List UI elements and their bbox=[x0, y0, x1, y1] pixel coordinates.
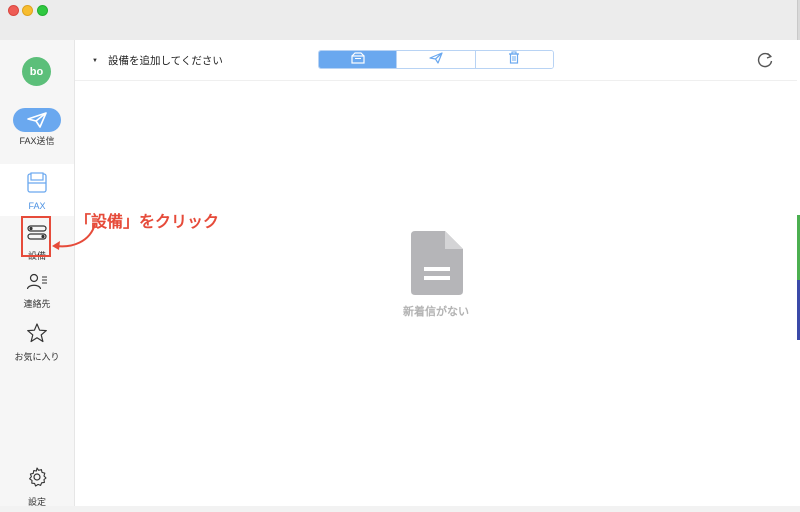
sidebar-item-fax[interactable]: FAX bbox=[0, 164, 74, 216]
sidebar-item-label: 連絡先 bbox=[23, 299, 51, 309]
sidebar-item-label: FAX bbox=[28, 201, 46, 211]
inbox-icon bbox=[351, 51, 365, 68]
title-bar bbox=[0, 0, 797, 40]
background-window-edge-bottom bbox=[0, 506, 800, 512]
triangle-down-icon: ▼ bbox=[92, 57, 98, 64]
refresh-icon bbox=[755, 52, 775, 74]
refresh-button[interactable] bbox=[755, 50, 775, 70]
person-list-icon bbox=[26, 273, 48, 294]
tab-sent[interactable] bbox=[397, 51, 476, 68]
fax-list-area: 新着信がない bbox=[75, 81, 797, 510]
mailbox-segmented-control bbox=[318, 50, 554, 69]
avatar[interactable]: bo bbox=[22, 57, 51, 86]
gear-icon bbox=[26, 467, 48, 492]
sidebar: bo FAX送信 FAX 設備 連絡先 お気に入り 設定 bbox=[0, 40, 75, 510]
annotation-highlight-box bbox=[21, 216, 51, 257]
toolbar: ▼ 設備を追加してください bbox=[75, 40, 797, 81]
trash-icon bbox=[508, 51, 520, 68]
document-icon bbox=[411, 231, 463, 300]
sidebar-item-favorites[interactable]: お気に入り bbox=[0, 323, 74, 363]
sidebar-item-settings[interactable]: 設定 bbox=[0, 466, 74, 507]
paper-plane-icon bbox=[13, 108, 61, 132]
sent-icon bbox=[429, 51, 443, 68]
sidebar-item-label: FAX送信 bbox=[19, 136, 55, 146]
sidebar-item-fax-send[interactable]: FAX送信 bbox=[0, 108, 74, 152]
sidebar-item-contacts[interactable]: 連絡先 bbox=[0, 272, 74, 312]
tab-trash[interactable] bbox=[475, 51, 553, 68]
app-window: bo FAX送信 FAX 設備 連絡先 お気に入り 設定 ▼ 設備を追加してくだ… bbox=[0, 0, 797, 510]
star-icon bbox=[26, 323, 48, 347]
minimize-window-button[interactable] bbox=[22, 5, 33, 16]
maximize-window-button[interactable] bbox=[37, 5, 48, 16]
annotation-text: 「設備」をクリック bbox=[75, 214, 220, 231]
close-window-button[interactable] bbox=[8, 5, 19, 16]
device-select[interactable]: ▼ 設備を追加してください bbox=[92, 53, 223, 68]
inbox-tray-icon bbox=[26, 172, 48, 198]
device-select-label: 設備を追加してください bbox=[107, 55, 223, 67]
empty-message: 新着信がない bbox=[403, 306, 469, 318]
sidebar-item-label: お気に入り bbox=[14, 352, 60, 362]
tab-inbox[interactable] bbox=[319, 51, 398, 68]
